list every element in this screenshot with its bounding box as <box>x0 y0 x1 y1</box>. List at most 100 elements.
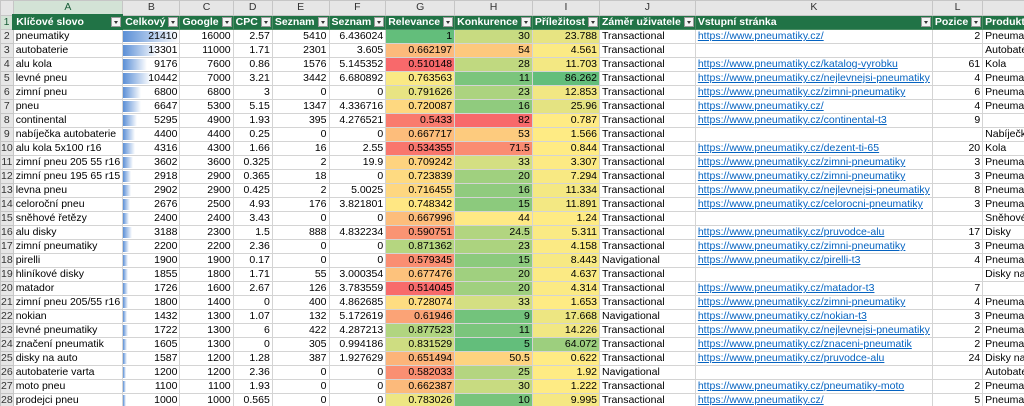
table-cell[interactable]: 4.276521 <box>328 113 387 128</box>
row-number[interactable]: 9 <box>0 127 14 142</box>
table-cell[interactable]: levné pneumatiky <box>12 323 124 338</box>
header-cell[interactable]: Záměr uživatele <box>599 14 696 30</box>
table-cell[interactable]: 24.5 <box>454 225 533 240</box>
row-number[interactable]: 24 <box>0 337 14 352</box>
table-cell[interactable]: 2.67 <box>232 281 273 296</box>
table-cell[interactable]: 53 <box>454 127 533 142</box>
table-cell[interactable]: 5300 <box>179 99 234 114</box>
header-cell[interactable]: CPC <box>232 14 273 30</box>
table-cell[interactable]: 5.15 <box>232 99 273 114</box>
table-cell[interactable]: 1.92 <box>531 365 601 380</box>
table-cell[interactable]: 0.877523 <box>385 323 456 338</box>
table-cell[interactable]: 305 <box>271 337 330 352</box>
column-header-m[interactable]: M <box>982 0 1024 16</box>
filter-dropdown-icon[interactable] <box>221 16 232 27</box>
table-cell[interactable]: 4.314 <box>531 281 601 296</box>
table-cell[interactable]: 0 <box>328 379 387 394</box>
table-cell[interactable]: https://www.pneumatiky.cz/ <box>694 99 933 114</box>
table-cell[interactable]: zimní pneu 205/55 r16 <box>12 295 124 310</box>
row-number[interactable]: 3 <box>0 43 14 58</box>
table-cell[interactable]: 0.365 <box>232 169 273 184</box>
table-cell[interactable]: 0.716455 <box>385 183 456 198</box>
table-cell[interactable]: 5410 <box>271 29 330 44</box>
table-cell[interactable]: 15 <box>454 253 533 268</box>
table-cell[interactable]: Disky na pneumatiky <box>982 267 1024 282</box>
row-number[interactable]: 23 <box>0 323 14 338</box>
table-cell[interactable]: 2.36 <box>232 239 273 254</box>
table-cell[interactable]: https://www.pneumatiky.cz/dezent-ti-65 <box>694 141 933 156</box>
table-cell[interactable]: Transactional <box>599 43 696 58</box>
table-cell[interactable]: Transactional <box>599 169 696 184</box>
table-cell[interactable]: 2.55 <box>328 141 387 156</box>
table-cell[interactable]: Transactional <box>599 183 696 198</box>
table-cell[interactable]: 8.443 <box>531 253 601 268</box>
table-cell[interactable]: 1576 <box>271 57 330 72</box>
table-cell[interactable]: Transactional <box>599 71 696 86</box>
table-cell[interactable]: matador <box>12 281 124 296</box>
table-cell[interactable]: 0.579345 <box>385 253 456 268</box>
table-cell[interactable]: 7000 <box>179 71 234 86</box>
table-cell[interactable]: 21410 <box>122 29 181 44</box>
table-cell[interactable]: 0.667717 <box>385 127 456 142</box>
table-cell[interactable]: 0 <box>271 365 330 380</box>
table-cell[interactable]: 3.783559 <box>328 281 387 296</box>
table-cell[interactable]: 4.561 <box>531 43 601 58</box>
table-cell[interactable]: 1587 <box>122 351 181 366</box>
filter-dropdown-icon[interactable] <box>374 16 385 27</box>
table-cell[interactable]: 64.072 <box>531 337 601 352</box>
table-cell[interactable]: 0.5433 <box>385 113 456 128</box>
table-cell[interactable]: 33 <box>454 295 533 310</box>
table-cell[interactable]: https://www.pneumatiky.cz/matador-t3 <box>694 281 933 296</box>
table-cell[interactable]: Autobaterie <box>982 365 1024 380</box>
table-cell[interactable]: 0.510148 <box>385 57 456 72</box>
table-cell[interactable]: Transactional <box>599 57 696 72</box>
filter-dropdown-icon[interactable] <box>260 16 271 27</box>
row-number[interactable]: 22 <box>0 309 14 324</box>
table-cell[interactable]: 0.514045 <box>385 281 456 296</box>
table-cell[interactable]: Navigational <box>599 365 696 380</box>
table-cell[interactable]: 3.821801 <box>328 197 387 212</box>
table-cell[interactable]: 2400 <box>122 211 181 226</box>
table-cell[interactable]: https://www.pneumatiky.cz/nejlevnejsi-pn… <box>694 71 933 86</box>
table-cell[interactable]: 4 <box>931 71 984 86</box>
table-cell[interactable]: 2 <box>271 155 330 170</box>
header-cell[interactable]: Seznam <box>328 14 387 30</box>
table-cell[interactable]: Transactional <box>599 239 696 254</box>
table-cell[interactable]: 6800 <box>179 85 234 100</box>
table-cell[interactable] <box>694 267 933 282</box>
table-cell[interactable]: 24 <box>931 351 984 366</box>
table-cell[interactable]: 50.5 <box>454 351 533 366</box>
table-cell[interactable]: 6.436024 <box>328 29 387 44</box>
table-cell[interactable]: 0.831529 <box>385 337 456 352</box>
table-cell[interactable] <box>931 127 984 142</box>
table-cell[interactable]: 11 <box>454 323 533 338</box>
table-cell[interactable]: 25 <box>454 365 533 380</box>
table-cell[interactable]: 4400 <box>122 127 181 142</box>
table-cell[interactable]: 17.668 <box>531 309 601 324</box>
table-cell[interactable]: 18 <box>271 169 330 184</box>
header-cell[interactable]: Relevance <box>385 14 456 30</box>
table-cell[interactable]: 2 <box>931 379 984 394</box>
table-cell[interactable]: Transactional <box>599 225 696 240</box>
table-cell[interactable]: 2.57 <box>232 29 273 44</box>
table-cell[interactable]: 1100 <box>122 379 181 394</box>
table-cell[interactable]: 4.93 <box>232 197 273 212</box>
table-cell[interactable]: 0.728074 <box>385 295 456 310</box>
table-cell[interactable]: Transactional <box>599 99 696 114</box>
table-cell[interactable]: alu disky <box>12 225 124 240</box>
table-cell[interactable]: alu kola 5x100 r16 <box>12 141 124 156</box>
table-cell[interactable]: 20 <box>454 281 533 296</box>
table-cell[interactable] <box>931 365 984 380</box>
table-cell[interactable]: autobaterie <box>12 43 124 58</box>
table-cell[interactable]: Transactional <box>599 393 696 406</box>
table-cell[interactable]: 1.71 <box>232 267 273 282</box>
table-cell[interactable]: 4900 <box>179 113 234 128</box>
table-cell[interactable]: 3.000354 <box>328 267 387 282</box>
table-cell[interactable]: 395 <box>271 113 330 128</box>
table-cell[interactable]: 0.677476 <box>385 267 456 282</box>
table-cell[interactable]: 9.995 <box>531 393 601 406</box>
table-cell[interactable] <box>982 113 1024 128</box>
table-cell[interactable]: moto pneu <box>12 379 124 394</box>
table-cell[interactable]: 1800 <box>179 267 234 282</box>
table-cell[interactable]: Transactional <box>599 127 696 142</box>
